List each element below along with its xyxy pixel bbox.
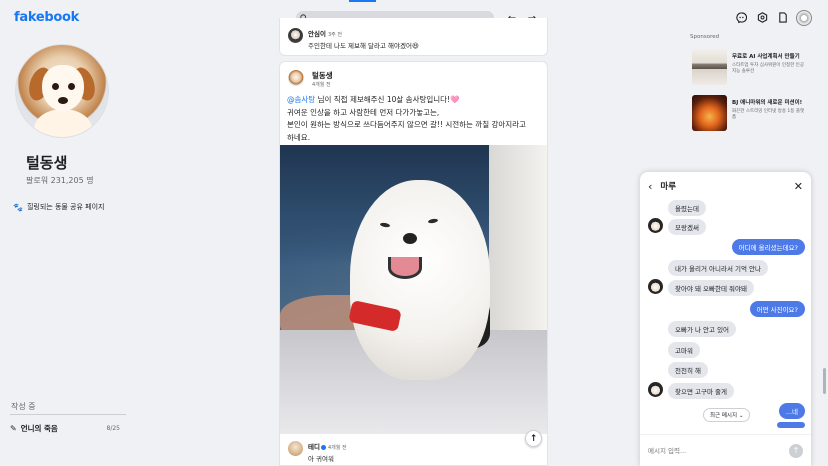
ad-thumbnail — [692, 49, 727, 85]
chat-message-incoming: 모랑겠써 — [668, 219, 706, 235]
post-text: @솜사탕 님이 직접 제보해주신 10살 솜사탕입니다!🩷 귀여운 인상을 하고… — [287, 94, 542, 144]
comment-text: 주인한테 나도 제보해 달라고 해야겠어😆 — [308, 42, 419, 50]
ad-description: 화끈한 스트리밍 인터넷 방송 1등 플랫폼 — [732, 109, 805, 120]
recent-messages-button[interactable]: 최근 메시지 ⌄ — [703, 408, 751, 422]
chat-title[interactable]: 마루 — [660, 180, 676, 192]
page-description-text: 힐링되는 동물 공유 페이지 — [26, 203, 105, 211]
comment-text: 아 귀여워 — [308, 455, 334, 463]
drafts-divider — [10, 414, 126, 415]
draft-title: 언니의 죽음 — [20, 424, 58, 433]
chat-window: ‹ 마루 ✕ 올렸는데 모랑겠써 어디에 올리셨는데요? 내가 올리거 아니라서… — [640, 172, 811, 466]
page-scrollbar[interactable] — [823, 368, 826, 394]
recent-messages-label: 최근 메시지 — [710, 413, 738, 419]
ad-text: 무료로 AI 사업계획서 만들기 스타트업 투자 심사위원이 인정한 인공지능 … — [732, 49, 808, 85]
comment-body: 안심이 3주 전 주인한테 나도 제보해 달라고 해야겠어😆 — [308, 28, 419, 50]
post-author-avatar[interactable] — [288, 70, 304, 86]
post-line-4: 하네요. — [287, 132, 311, 142]
account-avatar[interactable] — [796, 10, 812, 26]
page-name: 털동생 — [26, 154, 68, 172]
chat-input-row: ↑ — [640, 434, 811, 466]
chat-message-outgoing: 어떤 사진이요? — [749, 301, 805, 317]
post-photo[interactable] — [280, 145, 547, 434]
avatar-art — [58, 97, 68, 104]
post-line-2: 귀여운 인상을 하고 사람한테 먼저 다가가놓고는, — [287, 107, 440, 117]
ad-text: BJ 애니마워의 새로운 미션이! 화끈한 스트리밍 인터넷 방송 1등 플랫폼 — [732, 95, 808, 131]
comment-card: 안심이 3주 전 주인한테 나도 제보해 달라고 해야겠어😆 — [279, 18, 548, 56]
post-line-1-text: 님이 직접 제보해주신 10살 솜사탕입니다!🩷 — [315, 95, 460, 104]
draft-item[interactable]: ✎ 언니의 죽음 8/25 — [10, 423, 120, 434]
chat-avatar — [648, 279, 663, 294]
post-card: 털동생 4개월 전 @솜사탕 님이 직접 제보해주신 10살 솜사탕입니다!🩷 … — [279, 61, 548, 466]
ad-thumbnail — [692, 95, 727, 131]
chat-message-incoming: 올렸는데 — [668, 200, 706, 216]
photo-art — [350, 180, 490, 380]
avatar-art — [68, 83, 75, 90]
comment-header: 테디 4개월 전 — [308, 441, 347, 451]
post-line-1: @솜사탕 님이 직접 제보해주신 10살 솜사탕입니다!🩷 — [287, 94, 542, 107]
bookmark-icon[interactable] — [776, 11, 789, 24]
profile-avatar[interactable] — [15, 44, 109, 138]
commenter-avatar[interactable] — [288, 28, 303, 43]
chat-message-incoming: 고마워 — [668, 342, 700, 358]
comment-author[interactable]: 테디 — [308, 443, 320, 451]
post-comment: 테디 4개월 전 아 귀여워 — [288, 441, 543, 463]
chat-avatar — [648, 382, 663, 397]
chat-message-outgoing-partial — [777, 422, 805, 428]
ad-title: BJ 애니마워의 새로운 미션이! — [732, 100, 803, 106]
app-logo[interactable]: fakebook — [14, 10, 79, 25]
arrow-up-icon: ↑ — [529, 433, 538, 444]
chat-message-incoming: 내가 올리거 아니라서 기억 안나 — [668, 260, 769, 276]
verified-badge-icon — [320, 444, 326, 450]
sponsored-label: Sponsored — [690, 34, 720, 40]
avatar-art — [34, 109, 92, 137]
ad-title: 무료로 AI 사업계획서 만들기 — [732, 54, 800, 60]
chat-message-outgoing: 어디에 올리셨는데요? — [731, 239, 805, 255]
comment-time: 3주 전 — [327, 32, 342, 38]
chat-message-incoming: 찾아야 돼 오빠한테 줘야돼 — [668, 280, 754, 296]
chat-header: ‹ 마루 ✕ — [640, 172, 811, 200]
chat-message-outgoing: ...네 — [778, 403, 805, 419]
settings-icon[interactable] — [756, 11, 769, 24]
avatar-art — [42, 65, 84, 111]
photo-art — [403, 233, 417, 244]
comment: 안심이 3주 전 주인한테 나도 제보해 달라고 해야겠어😆 — [288, 28, 419, 50]
comment-time: 4개월 전 — [327, 445, 347, 451]
ad-item[interactable]: 무료로 AI 사업계획서 만들기 스타트업 투자 심사위원이 인정한 인공지능 … — [689, 46, 811, 88]
close-icon[interactable]: ✕ — [794, 180, 803, 193]
mention-link[interactable]: @솜사탕 — [287, 95, 315, 104]
comment-body: 테디 4개월 전 아 귀여워 — [308, 441, 347, 463]
ad-item[interactable]: BJ 애니마워의 새로운 미션이! 화끈한 스트리밍 인터넷 방송 1등 플랫폼 — [689, 92, 811, 134]
avatar-art — [52, 83, 59, 90]
comment-author[interactable]: 안심이 — [308, 30, 326, 38]
active-tab-indicator — [349, 0, 376, 2]
pencil-icon: ✎ — [10, 424, 17, 433]
follower-count: 팔로워 231,205 명 — [26, 176, 94, 185]
chevron-left-icon[interactable]: ‹ — [648, 180, 652, 193]
paw-icon: 🐾 — [13, 202, 23, 212]
drafts-label: 작성 중 — [11, 402, 36, 411]
send-arrow-icon[interactable]: ↑ — [789, 443, 803, 458]
post-line-3: 본인이 원하는 방식으로 쓰다듬어주지 않으면 갈!! 시전하는 까칠 강아지라… — [287, 120, 526, 129]
messenger-icon[interactable] — [735, 11, 748, 24]
chat-message-incoming: 천천히 해 — [668, 362, 708, 378]
photo-art — [388, 257, 422, 279]
comment-header: 안심이 3주 전 — [308, 28, 419, 38]
chat-message-incoming: 오빠가 나 안고 있어 — [668, 321, 737, 337]
chat-input[interactable] — [648, 446, 789, 455]
post-time: 4개월 전 — [312, 82, 331, 88]
draft-count: 8/25 — [106, 425, 120, 432]
ad-description: 스타트업 투자 심사위원이 인정한 인공지능 솔루션 — [732, 63, 804, 74]
chevron-down-icon: ⌄ — [738, 413, 744, 419]
chat-message-incoming: 찾으면 고구마 줄게 — [668, 383, 734, 399]
commenter-avatar[interactable] — [288, 441, 303, 456]
chat-avatar — [648, 218, 663, 233]
page-description: 🐾 힐링되는 동물 공유 페이지 — [13, 202, 104, 212]
scroll-up-button[interactable]: ↑ — [525, 430, 542, 447]
post-author[interactable]: 털동생 — [312, 70, 333, 81]
